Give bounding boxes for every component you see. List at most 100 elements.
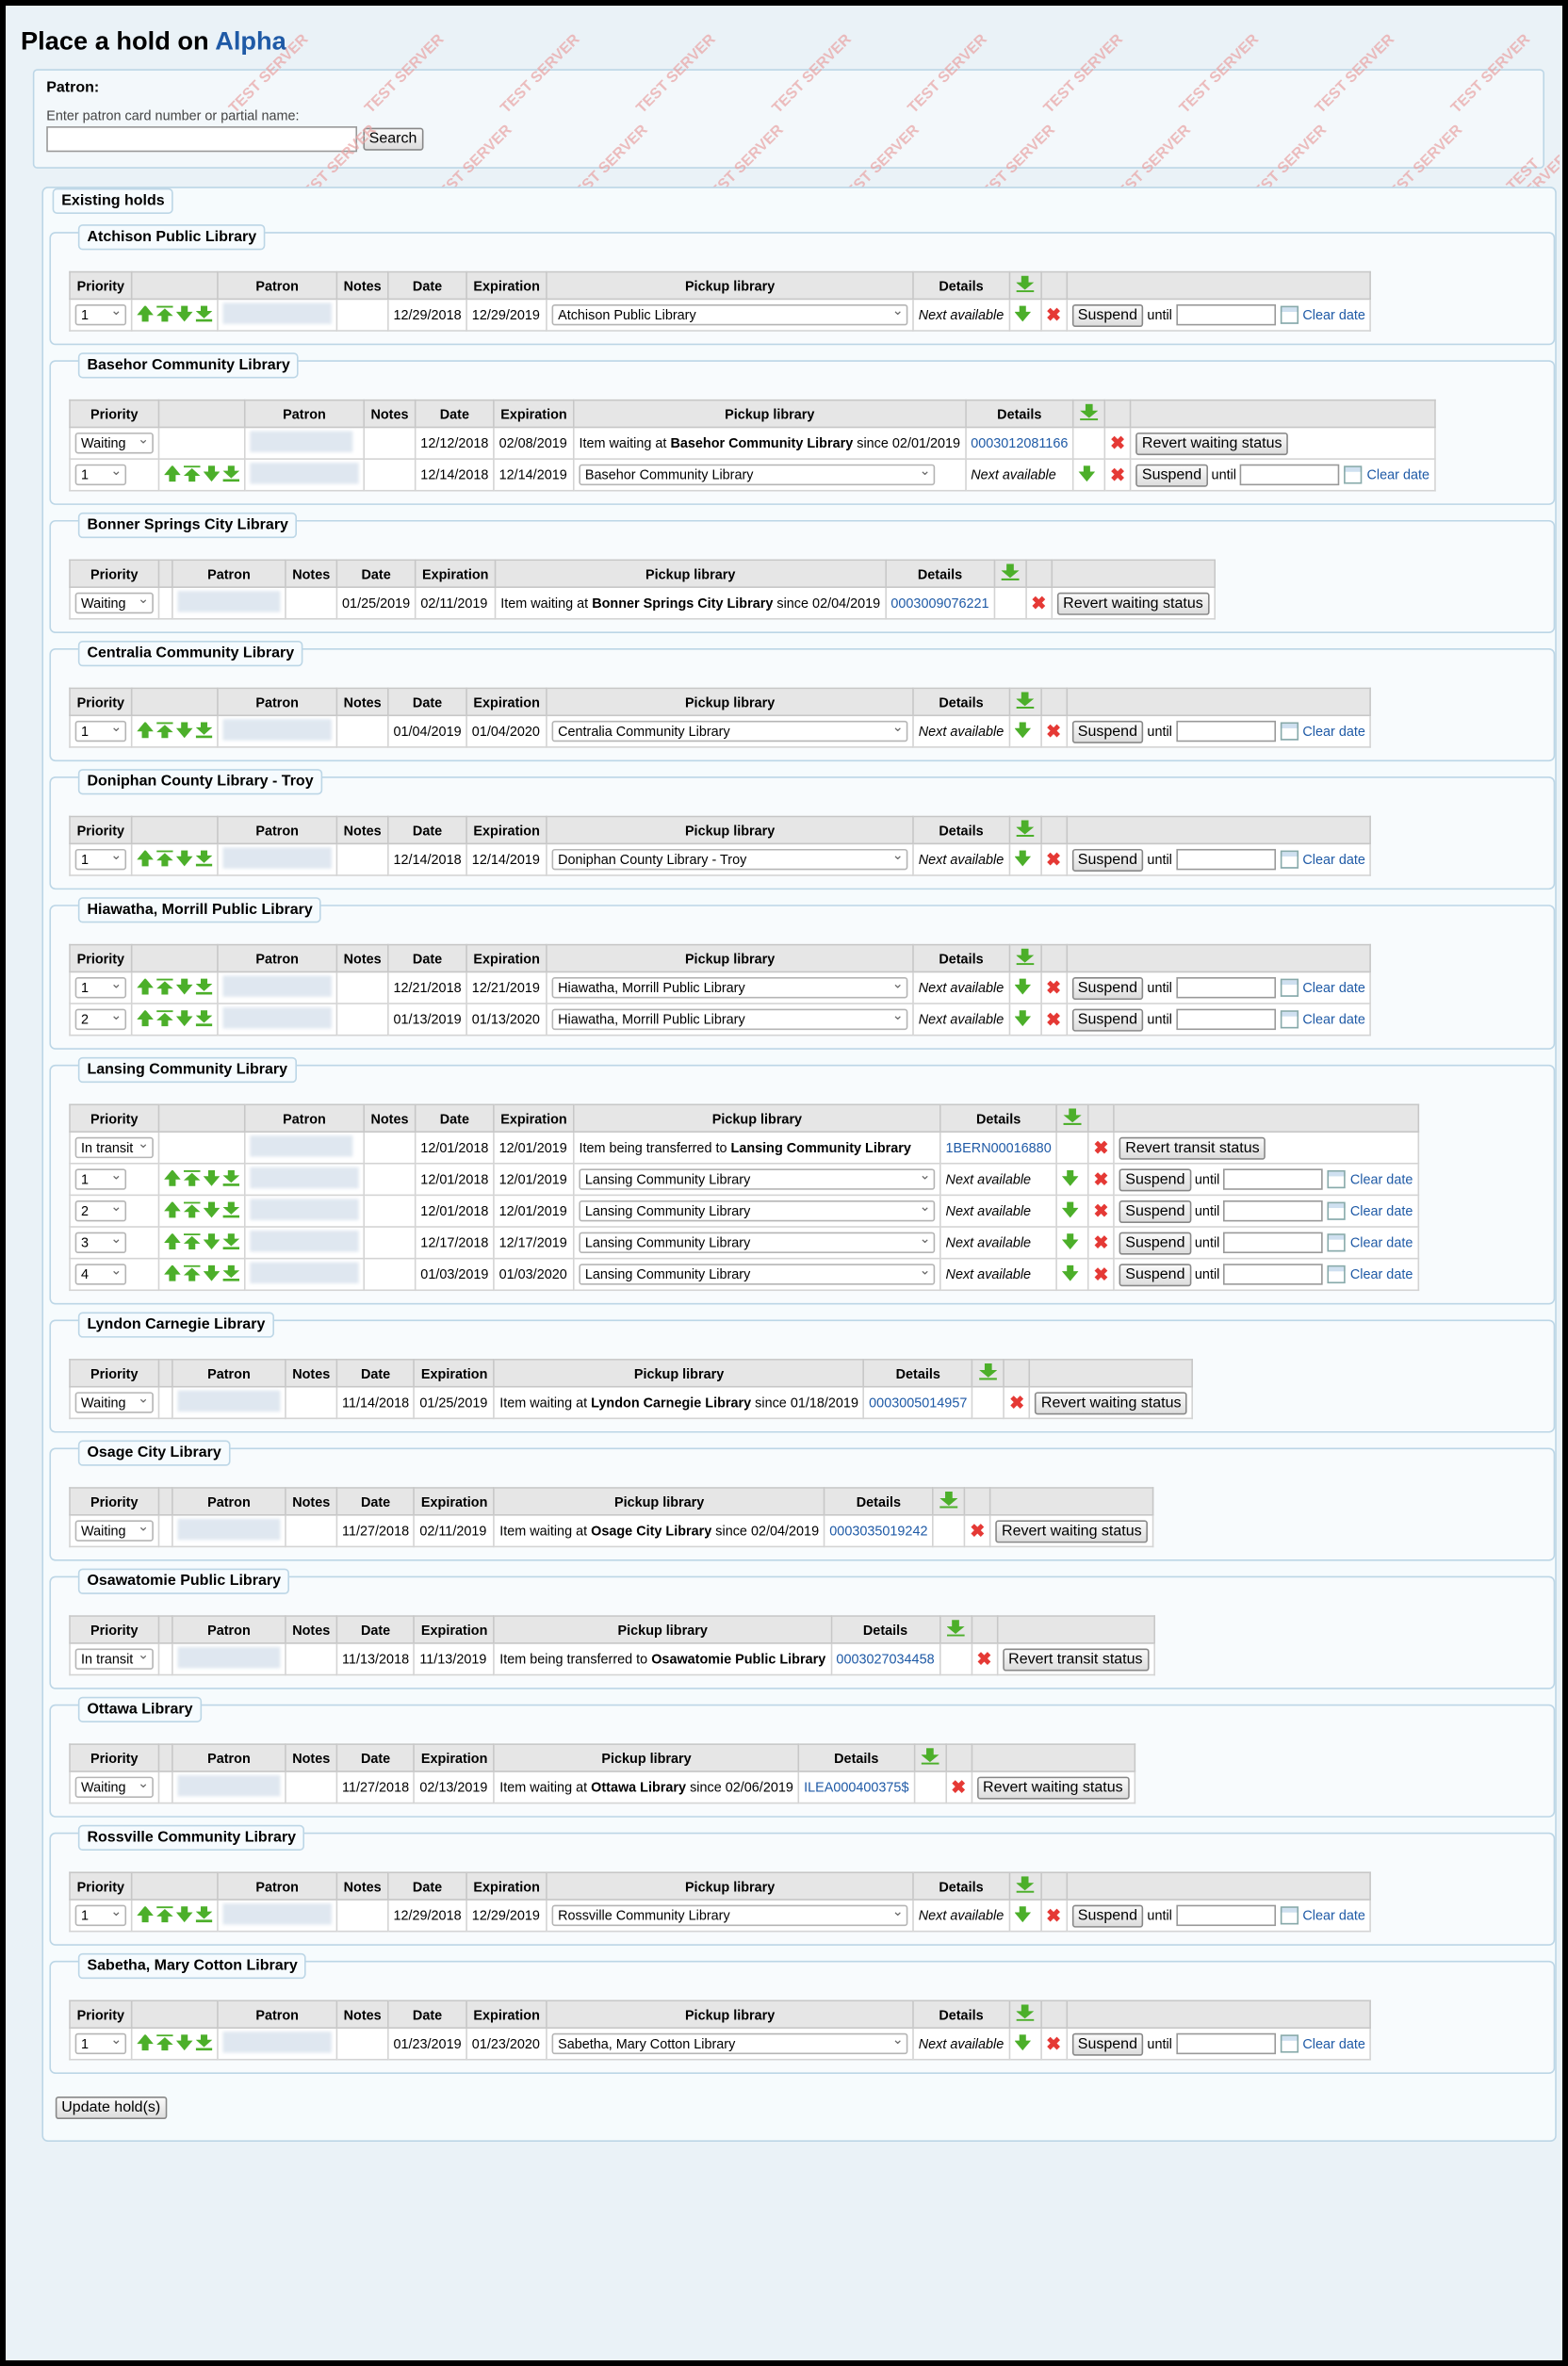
item-barcode-link[interactable]: 0003012081166 bbox=[971, 435, 1068, 450]
clear-date-link[interactable]: Clear date bbox=[1350, 1234, 1413, 1249]
delete-icon[interactable]: ✖ bbox=[1009, 1392, 1024, 1412]
move-down-icon[interactable] bbox=[175, 849, 193, 867]
priority-select[interactable]: 3 bbox=[74, 1229, 127, 1254]
item-barcode-link[interactable]: 1BERN00016880 bbox=[946, 1140, 1052, 1155]
move-top-icon[interactable] bbox=[156, 304, 173, 322]
move-bottom-icon[interactable] bbox=[195, 721, 213, 739]
move-up-icon[interactable] bbox=[137, 2033, 154, 2051]
move-bottom-icon[interactable] bbox=[222, 1265, 240, 1281]
pickup-select[interactable]: Doniphan County Library - Troy bbox=[551, 846, 908, 871]
move-down-icon[interactable] bbox=[175, 977, 193, 995]
suspend-button[interactable]: Suspend bbox=[1135, 463, 1208, 486]
delete-icon[interactable]: ✖ bbox=[1046, 721, 1061, 742]
move-up-icon[interactable] bbox=[137, 721, 154, 739]
move-top-icon[interactable] bbox=[156, 849, 173, 867]
lowest-priority-icon[interactable] bbox=[1061, 1200, 1079, 1218]
suspend-until-input[interactable] bbox=[1175, 2032, 1276, 2055]
pickup-select[interactable]: Atchison Public Library bbox=[551, 302, 908, 326]
move-up-icon[interactable] bbox=[137, 304, 154, 322]
priority-select[interactable]: 2 bbox=[74, 1005, 127, 1031]
suspend-until-input[interactable] bbox=[1223, 1264, 1324, 1285]
priority-select[interactable]: 1 bbox=[74, 974, 127, 999]
calendar-icon[interactable] bbox=[1327, 1170, 1347, 1189]
clear-date-link[interactable]: Clear date bbox=[1350, 1171, 1413, 1186]
pickup-select[interactable]: Rossville Community Library bbox=[551, 1901, 908, 1927]
pickup-select[interactable]: Lansing Community Library bbox=[579, 1198, 936, 1222]
item-barcode-link[interactable]: 0003035019242 bbox=[829, 1524, 927, 1539]
move-up-icon[interactable] bbox=[164, 1265, 181, 1281]
calendar-icon[interactable] bbox=[1327, 1201, 1347, 1221]
priority-select[interactable]: 2 bbox=[74, 1198, 127, 1222]
clear-date-link[interactable]: Clear date bbox=[1302, 723, 1364, 738]
suspend-until-input[interactable] bbox=[1175, 1904, 1276, 1927]
priority-select[interactable]: Waiting bbox=[74, 590, 154, 614]
suspend-until-input[interactable] bbox=[1175, 1008, 1276, 1031]
move-bottom-icon[interactable] bbox=[195, 1905, 213, 1923]
calendar-icon[interactable] bbox=[1280, 1010, 1298, 1029]
delete-icon[interactable]: ✖ bbox=[1094, 1137, 1109, 1158]
move-down-icon[interactable] bbox=[203, 1265, 220, 1281]
suspend-button[interactable]: Suspend bbox=[1071, 1903, 1144, 1927]
move-up-icon[interactable] bbox=[137, 849, 154, 867]
move-up-icon[interactable] bbox=[164, 1200, 181, 1218]
suspend-until-input[interactable] bbox=[1223, 1232, 1324, 1254]
revert-waiting-button[interactable]: Revert waiting status bbox=[995, 1519, 1149, 1542]
suspend-until-input[interactable] bbox=[1175, 849, 1276, 871]
suspend-until-input[interactable] bbox=[1223, 1200, 1324, 1222]
priority-select[interactable]: 1 bbox=[74, 302, 127, 326]
move-up-icon[interactable] bbox=[164, 1232, 181, 1250]
priority-select[interactable]: Waiting bbox=[74, 1517, 154, 1542]
suspend-until-input[interactable] bbox=[1175, 721, 1276, 742]
delete-icon[interactable]: ✖ bbox=[1046, 849, 1061, 870]
priority-select[interactable]: 1 bbox=[74, 718, 127, 742]
suspend-button[interactable]: Suspend bbox=[1119, 1167, 1191, 1191]
calendar-icon[interactable] bbox=[1327, 1233, 1347, 1252]
move-top-icon[interactable] bbox=[183, 1232, 201, 1250]
item-barcode-link[interactable]: 0003005014957 bbox=[869, 1395, 967, 1411]
lowest-priority-icon[interactable] bbox=[1061, 1169, 1079, 1186]
suspend-until-input[interactable] bbox=[1175, 977, 1276, 999]
move-bottom-icon[interactable] bbox=[195, 2033, 213, 2051]
patron-search-input[interactable] bbox=[46, 126, 358, 153]
suspend-until-input[interactable] bbox=[1175, 304, 1276, 326]
move-up-icon[interactable] bbox=[137, 977, 154, 995]
move-up-icon[interactable] bbox=[137, 1905, 154, 1923]
move-down-icon[interactable] bbox=[203, 1169, 220, 1186]
revert-waiting-button[interactable]: Revert waiting status bbox=[1135, 432, 1288, 455]
lowest-priority-icon[interactable] bbox=[1014, 721, 1032, 739]
priority-select[interactable]: 1 bbox=[74, 1901, 127, 1927]
revert-waiting-button[interactable]: Revert waiting status bbox=[1035, 1391, 1187, 1414]
delete-icon[interactable]: ✖ bbox=[1046, 304, 1061, 325]
delete-icon[interactable]: ✖ bbox=[1094, 1168, 1109, 1189]
lowest-priority-icon[interactable] bbox=[1078, 465, 1096, 482]
calendar-icon[interactable] bbox=[1280, 722, 1298, 741]
move-bottom-icon[interactable] bbox=[222, 465, 240, 482]
priority-select[interactable]: Waiting bbox=[74, 1773, 154, 1798]
calendar-icon[interactable] bbox=[1280, 978, 1298, 998]
priority-select[interactable]: 1 bbox=[74, 1166, 127, 1190]
lowest-priority-icon[interactable] bbox=[1014, 1905, 1032, 1923]
lowest-priority-icon[interactable] bbox=[1014, 849, 1032, 867]
delete-icon[interactable]: ✖ bbox=[1094, 1200, 1109, 1221]
move-top-icon[interactable] bbox=[156, 2033, 173, 2051]
delete-icon[interactable]: ✖ bbox=[1094, 1232, 1109, 1253]
move-up-icon[interactable] bbox=[164, 465, 181, 482]
suspend-button[interactable]: Suspend bbox=[1071, 976, 1144, 1000]
lowest-priority-icon[interactable] bbox=[1014, 1009, 1032, 1027]
move-top-icon[interactable] bbox=[183, 1169, 201, 1186]
suspend-until-input[interactable] bbox=[1240, 464, 1340, 486]
move-down-icon[interactable] bbox=[175, 1905, 193, 1923]
calendar-icon[interactable] bbox=[1344, 465, 1363, 484]
update-holds-button[interactable]: Update hold(s) bbox=[55, 2096, 167, 2120]
priority-select[interactable]: 4 bbox=[74, 1261, 127, 1285]
pickup-select[interactable]: Lansing Community Library bbox=[579, 1261, 936, 1285]
move-top-icon[interactable] bbox=[183, 1200, 201, 1218]
pickup-select[interactable]: Hiawatha, Morrill Public Library bbox=[551, 1005, 908, 1031]
move-down-icon[interactable] bbox=[175, 304, 193, 322]
move-up-icon[interactable] bbox=[137, 1009, 154, 1027]
suspend-button[interactable]: Suspend bbox=[1119, 1263, 1191, 1286]
item-barcode-link[interactable]: ILEA000400375$ bbox=[804, 1780, 908, 1795]
delete-icon[interactable]: ✖ bbox=[1046, 1009, 1061, 1030]
move-top-icon[interactable] bbox=[156, 977, 173, 995]
move-up-icon[interactable] bbox=[164, 1169, 181, 1186]
